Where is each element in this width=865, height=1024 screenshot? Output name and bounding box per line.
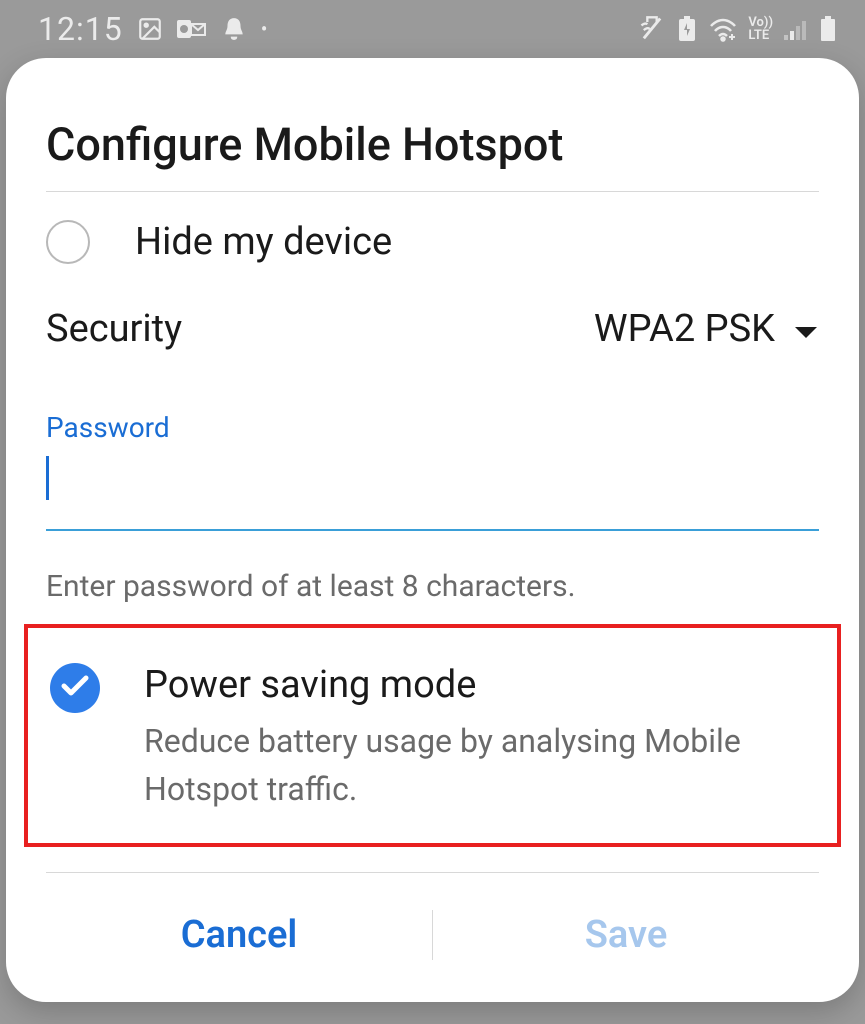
outlook-icon — [177, 17, 207, 41]
status-right: Vo))LTE — [638, 15, 837, 43]
security-row[interactable]: Security WPA2 PSK — [6, 292, 859, 381]
image-icon — [137, 16, 163, 42]
password-section: Password — [6, 381, 859, 551]
cancel-button[interactable]: Cancel — [46, 898, 432, 972]
vibrate-icon — [638, 15, 666, 43]
check-icon — [60, 674, 90, 702]
power-saving-row[interactable]: Power saving mode Reduce battery usage b… — [50, 663, 815, 813]
password-label: Password — [46, 411, 819, 444]
power-saving-title: Power saving mode — [144, 663, 815, 707]
notification-icon — [221, 16, 247, 42]
volte-icon: Vo))LTE — [748, 16, 773, 42]
highlight-annotation: Power saving mode Reduce battery usage b… — [24, 624, 841, 847]
hide-device-label: Hide my device — [135, 220, 392, 264]
status-bar: 12:15 • — [0, 0, 865, 58]
hotspot-config-modal: Configure Mobile Hotspot Hide my device … — [6, 58, 859, 1002]
power-saving-text: Power saving mode Reduce battery usage b… — [144, 663, 815, 813]
text-cursor — [46, 456, 49, 500]
save-button[interactable]: Save — [433, 898, 819, 972]
password-hint: Enter password of at least 8 characters. — [6, 551, 859, 604]
status-left: 12:15 • — [38, 10, 267, 48]
battery-saver-icon — [676, 15, 698, 43]
security-label: Security — [46, 307, 182, 351]
dot-icon: • — [261, 17, 268, 41]
hide-device-checkbox[interactable] — [46, 220, 90, 264]
footer-buttons: Cancel Save — [6, 873, 859, 972]
hide-device-row[interactable]: Hide my device — [6, 192, 859, 292]
chevron-down-icon — [793, 307, 819, 351]
security-value-text: WPA2 PSK — [594, 307, 775, 351]
wifi-icon — [708, 16, 738, 42]
modal-header: Configure Mobile Hotspot — [6, 118, 859, 192]
power-saving-description: Reduce battery usage by analysing Mobile… — [144, 717, 815, 813]
status-time: 12:15 — [38, 10, 123, 48]
signal-icon — [783, 17, 809, 41]
password-input-wrap[interactable] — [46, 444, 819, 531]
power-saving-checkbox[interactable] — [50, 663, 100, 713]
security-dropdown[interactable]: WPA2 PSK — [594, 307, 819, 351]
battery-icon — [819, 15, 837, 43]
password-input[interactable] — [46, 462, 819, 499]
modal-title: Configure Mobile Hotspot — [46, 118, 819, 192]
